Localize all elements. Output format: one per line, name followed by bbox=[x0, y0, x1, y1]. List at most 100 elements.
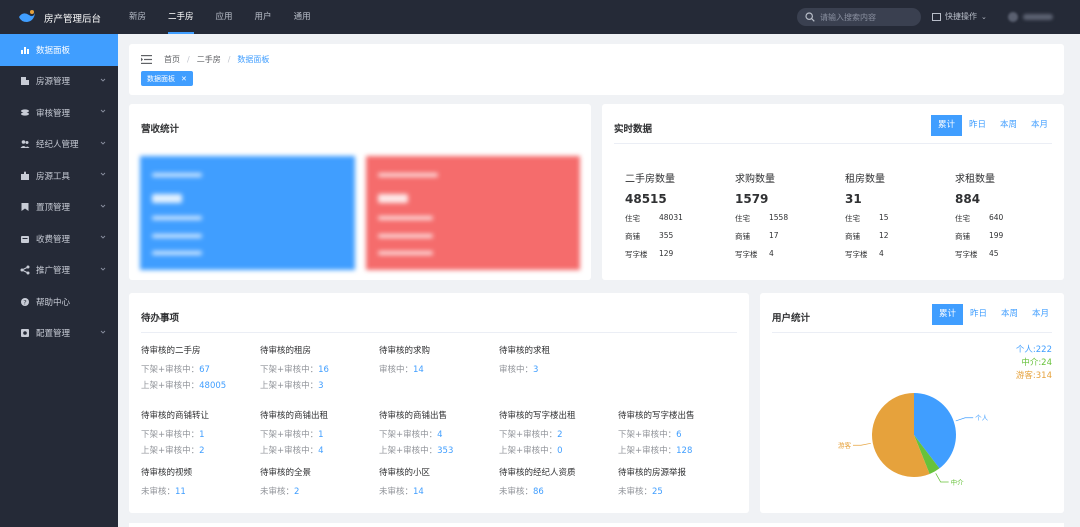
search-input[interactable] bbox=[820, 12, 915, 22]
todo-item-count-link[interactable]: 128 bbox=[676, 446, 692, 456]
todo-item-line-label: 审核中： bbox=[499, 365, 534, 375]
todo-item-count-link[interactable]: 86 bbox=[533, 487, 544, 497]
todo-item-count-link[interactable]: 1 bbox=[199, 430, 204, 440]
topnav-item-second-hand[interactable]: 二手房 bbox=[157, 0, 205, 34]
todo-item-count-link[interactable]: 16 bbox=[318, 365, 329, 375]
search-icon bbox=[805, 12, 815, 22]
breadcrumb-separator: / bbox=[187, 55, 190, 64]
todo-item-count-link[interactable]: 2 bbox=[557, 430, 562, 440]
todo-item[interactable]: 待审核的商铺出租 下架+审核中：1 上架+审核中：4 bbox=[260, 409, 378, 456]
stat-breakdown-key: 写字楼 bbox=[845, 250, 868, 259]
stat-value: 31 bbox=[845, 192, 862, 206]
todo-item-count-link[interactable]: 25 bbox=[652, 487, 663, 497]
todo-item[interactable]: 待审核的商铺转让 下架+审核中：1 上架+审核中：2 bbox=[141, 409, 259, 456]
todo-item-line: 下架+审核中：6 bbox=[618, 428, 736, 440]
tab-this-month[interactable]: 本月 bbox=[1025, 304, 1056, 325]
search-box[interactable] bbox=[797, 8, 921, 26]
topnav-item-users[interactable]: 用户 bbox=[244, 0, 283, 34]
stat-breakdown-row: 住宅 15 bbox=[845, 213, 950, 224]
todo-item-count-link[interactable]: 4 bbox=[437, 430, 442, 440]
top-nav: 新房 二手房 应用 用户 通用 bbox=[118, 0, 322, 34]
sidebar-item-6[interactable]: 收费管理 bbox=[0, 223, 118, 255]
todo-item-title: 待审核的写字楼出售 bbox=[618, 411, 695, 421]
todo-item[interactable]: 待审核的写字楼出售 下架+审核中：6 上架+审核中：128 bbox=[618, 409, 736, 456]
topnav-item-general[interactable]: 通用 bbox=[283, 0, 322, 34]
todo-item[interactable]: 待审核的经纪人资质 未审核：86 bbox=[499, 466, 617, 497]
tab-cumulative[interactable]: 累计 bbox=[932, 304, 963, 325]
sidebar-item-4[interactable]: 房源工具 bbox=[0, 160, 118, 192]
todo-item-line: 上架+审核中：2 bbox=[141, 444, 259, 456]
bottom-card-edge bbox=[129, 523, 1064, 527]
todo-item-title: 待审核的房源举报 bbox=[618, 468, 687, 478]
todo-item[interactable]: 待审核的房源举报 未审核：25 bbox=[618, 466, 736, 497]
todo-item[interactable]: 待审核的求购 审核中：14 bbox=[379, 344, 497, 375]
sidebar-item-0[interactable]: 数据面板 bbox=[0, 34, 118, 66]
todo-item-line-label: 未审核： bbox=[260, 487, 295, 497]
sidebar-item-5[interactable]: 置顶管理 bbox=[0, 192, 118, 224]
todo-item-count-link[interactable]: 48005 bbox=[199, 381, 226, 391]
todo-item-count-link[interactable]: 3 bbox=[318, 381, 323, 391]
todo-item-count-link[interactable]: 14 bbox=[413, 365, 424, 375]
todo-item-count-link[interactable]: 353 bbox=[437, 446, 453, 456]
todo-item-line: 上架+审核中：353 bbox=[379, 444, 497, 456]
todo-item-line: 上架+审核中：3 bbox=[260, 379, 378, 391]
todo-item-count-link[interactable]: 3 bbox=[533, 365, 538, 375]
sidebar-item-9[interactable]: 配置管理 bbox=[0, 318, 118, 350]
todo-item[interactable]: 待审核的求租 审核中：3 bbox=[499, 344, 617, 375]
stat-breakdown-value: 17 bbox=[769, 231, 779, 240]
todo-item-count-link[interactable]: 67 bbox=[199, 365, 210, 375]
todo-item-count-link[interactable]: 0 bbox=[557, 446, 562, 456]
todo-item[interactable]: 待审核的全景 未审核：2 bbox=[260, 466, 378, 497]
todo-item[interactable]: 待审核的租房 下架+审核中：16 上架+审核中：3 bbox=[260, 344, 378, 391]
sidebar-item-8[interactable]: ? 帮助中心 bbox=[0, 286, 118, 318]
quick-actions-button[interactable]: 快捷操作 ⌄ bbox=[932, 11, 987, 22]
sidebar-item-label: 帮助中心 bbox=[36, 297, 71, 308]
stat-value: 1579 bbox=[735, 192, 769, 206]
todo-item-count-link[interactable]: 14 bbox=[413, 487, 424, 497]
todo-item-count-link[interactable]: 6 bbox=[676, 430, 681, 440]
tab-this-month[interactable]: 本月 bbox=[1024, 115, 1055, 136]
close-icon[interactable]: ✕ bbox=[181, 75, 187, 83]
sidebar-item-2[interactable]: 审核管理 bbox=[0, 97, 118, 129]
breadcrumb-second-hand[interactable]: 二手房 bbox=[197, 54, 221, 65]
todo-item-count-link[interactable]: 1 bbox=[318, 430, 323, 440]
stat-column: 租房数量 31 住宅 15 商铺 12 写字楼 4 bbox=[845, 170, 950, 260]
topnav-item-new-house[interactable]: 新房 bbox=[118, 0, 157, 34]
breadcrumb-separator: / bbox=[227, 55, 231, 64]
tab-yesterday[interactable]: 昨日 bbox=[962, 115, 993, 136]
todo-item[interactable]: 待审核的视频 未审核：11 bbox=[141, 466, 259, 497]
todo-item-line: 上架+审核中：4 bbox=[260, 444, 378, 456]
tab-cumulative[interactable]: 累计 bbox=[931, 115, 962, 136]
todo-item-count-link[interactable]: 4 bbox=[318, 446, 323, 456]
svg-text:?: ? bbox=[23, 298, 26, 306]
todo-item[interactable]: 待审核的商铺出售 下架+审核中：4 上架+审核中：353 bbox=[379, 409, 497, 456]
todo-item-line: 未审核：11 bbox=[141, 485, 259, 497]
todo-item[interactable]: 待审核的小区 未审核：14 bbox=[379, 466, 497, 497]
sidebar-item-label: 配置管理 bbox=[36, 329, 71, 340]
todo-item-line-label: 下架+审核中： bbox=[141, 365, 200, 375]
quick-actions-icon bbox=[932, 12, 941, 21]
stat-column: 二手房数量 48515 住宅 48031 商铺 355 写字楼 129 bbox=[625, 170, 730, 260]
todo-item[interactable]: 待审核的写字楼出租 下架+审核中：2 上架+审核中：0 bbox=[499, 409, 617, 456]
todo-item[interactable]: 待审核的二手房 下架+审核中：67 上架+审核中：48005 bbox=[141, 344, 259, 391]
todo-item-count-link[interactable]: 2 bbox=[294, 487, 299, 497]
menu-fold-icon[interactable] bbox=[141, 55, 152, 64]
todo-item-title: 待审核的商铺转让 bbox=[141, 411, 210, 421]
page-tag[interactable]: 数据面板 ✕ bbox=[141, 71, 193, 86]
topnav-item-apps[interactable]: 应用 bbox=[205, 0, 244, 34]
todo-item-count-link[interactable]: 2 bbox=[199, 446, 204, 456]
sidebar-item-1[interactable]: 房源管理 bbox=[0, 66, 118, 98]
stat-breakdown-value: 640 bbox=[989, 213, 1004, 222]
sidebar-item-3[interactable]: 经纪人管理 bbox=[0, 129, 118, 161]
tab-this-week[interactable]: 本周 bbox=[993, 115, 1024, 136]
stat-breakdown-value: 355 bbox=[659, 231, 674, 240]
tab-this-week[interactable]: 本周 bbox=[994, 304, 1025, 325]
breadcrumb-home[interactable]: 首页 bbox=[164, 54, 180, 65]
user-menu[interactable] bbox=[1008, 12, 1058, 22]
todo-item-count-link[interactable]: 11 bbox=[175, 487, 186, 497]
app-title: 房产管理后台 bbox=[44, 14, 102, 25]
todo-item-line-label: 审核中： bbox=[379, 365, 414, 375]
breadcrumb: 首页 / 二手房 / 数据面板 bbox=[141, 54, 269, 65]
tab-yesterday[interactable]: 昨日 bbox=[963, 304, 994, 325]
sidebar-item-7[interactable]: 推广管理 bbox=[0, 255, 118, 287]
